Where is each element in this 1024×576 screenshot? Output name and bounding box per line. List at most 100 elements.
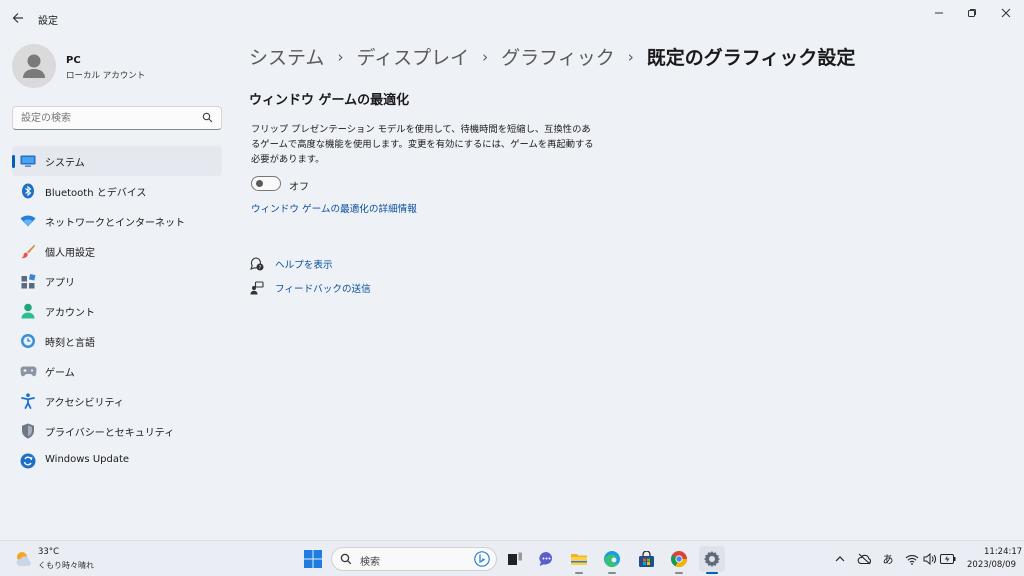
sidebar-item-label: アカウント [45,308,95,319]
bluetooth-icon [19,182,37,200]
section-title: ウィンドウ ゲームの最適化 [249,93,410,108]
clock-time[interactable]: 11:24:17 [984,547,1022,557]
get-help-link[interactable]: ? ヘルプを表示 [249,256,333,272]
restore-button[interactable] [955,2,989,24]
restore-icon [968,9,976,17]
settings-search-box[interactable] [12,106,222,130]
give-feedback-link[interactable]: フィードバックの送信 [249,280,371,296]
sidebar-item-label: 個人用設定 [45,248,95,259]
avatar[interactable] [12,44,56,88]
partly-cloudy-icon [16,552,31,566]
minimize-icon [935,12,943,14]
network-tray[interactable] [904,551,920,567]
settings-search-input[interactable] [21,110,201,126]
taskbar-app-chrome[interactable] [666,546,692,574]
sidebar-item-personalization[interactable]: 個人用設定 [12,236,222,266]
speaker-icon [923,553,936,565]
running-indicator [608,572,616,574]
edge-icon [604,551,620,568]
user-name: PC [66,55,81,66]
sidebar-item-bluetooth[interactable]: Bluetooth とデバイス [12,176,222,206]
sidebar-item-label: アプリ [45,278,75,289]
chrome-icon [671,551,687,568]
start-button[interactable] [302,548,324,570]
person-icon [19,302,37,320]
svg-text:?: ? [259,265,262,271]
onedrive-paused-tray[interactable] [856,551,872,567]
page-title: 既定のグラフィック設定 [646,47,856,69]
wifi-icon [905,554,919,565]
breadcrumb-display[interactable]: ディスプレイ [356,43,469,70]
task-view-button[interactable] [502,546,528,572]
feedback-link-label: フィードバックの送信 [275,284,371,295]
search-icon [202,112,213,123]
teams-chat-button[interactable] [533,546,559,572]
close-button[interactable] [989,2,1023,24]
sidebar-item-label: ネットワークとインターネット [45,218,185,229]
title-bar: 設定 [0,0,1024,36]
shield-icon [19,422,37,440]
taskbar-search-label: 検索 [360,557,380,568]
sidebar-item-apps[interactable]: アプリ [12,266,222,296]
chevron-right-icon: › [627,47,634,66]
toggle-state-label: オフ [289,182,309,193]
settings-window: 設定 PC ローカル アカウント システム [0,0,1024,540]
show-hidden-icons-button[interactable] [832,551,848,567]
sidebar-item-label: 時刻と言語 [45,338,95,349]
battery-tray[interactable] [940,551,956,567]
settings-icon [704,551,720,567]
chat-icon [538,551,552,566]
update-icon [19,452,37,470]
store-icon [638,550,654,567]
sidebar-item-gaming[interactable]: ゲーム [12,356,222,386]
feedback-icon [249,280,265,296]
bing-icon [474,551,490,567]
learn-more-link[interactable]: ウィンドウ ゲームの最適化の詳細情報 [251,201,417,215]
chevron-right-icon: › [337,47,344,66]
sidebar-item-privacy-security[interactable]: プライバシーとセキュリティ [12,416,222,446]
minimize-button[interactable] [922,2,956,24]
sidebar-item-label: システム [45,158,85,169]
sidebar-nav: システム Bluetooth とデバイス ネットワークとインターネット 個人用設… [12,146,222,476]
task-view-icon [508,552,522,565]
breadcrumb: システム › ディスプレイ › グラフィック › 既定のグラフィック設定 [249,43,855,70]
apps-icon [19,272,37,290]
volume-tray[interactable] [922,551,938,567]
sidebar-item-label: プライバシーとセキュリティ [45,428,175,439]
taskbar-app-file-explorer[interactable] [566,546,592,574]
account-type: ローカル アカウント [66,71,146,81]
taskbar-app-store[interactable] [633,546,659,572]
weather-description: くもり時々晴れ [38,561,94,570]
breadcrumb-graphics[interactable]: グラフィック [501,43,615,70]
search-icon [340,553,352,565]
gamepad-icon [19,362,37,380]
sidebar-item-windows-update[interactable]: Windows Update [12,446,222,476]
file-explorer-icon [571,554,587,565]
display-icon [19,152,37,170]
windowed-game-optimization-toggle[interactable] [251,176,281,191]
ime-mode-indicator[interactable]: あ [880,551,896,567]
taskbar-app-edge[interactable] [599,546,625,574]
running-indicator [575,572,583,574]
chevron-up-icon [835,556,845,562]
help-link-label: ヘルプを表示 [275,260,333,271]
running-indicator [675,572,683,574]
sidebar-item-accounts[interactable]: アカウント [12,296,222,326]
sidebar-item-accessibility[interactable]: アクセシビリティ [12,386,222,416]
breadcrumb-system[interactable]: システム [249,43,324,70]
taskbar-app-settings[interactable] [699,546,725,574]
toggle-knob [256,180,263,187]
sidebar-item-system[interactable]: システム [12,146,222,176]
sidebar-item-label: Windows Update [45,454,130,465]
wifi-icon [19,212,37,230]
sidebar-item-network[interactable]: ネットワークとインターネット [12,206,222,236]
back-button[interactable] [8,8,28,28]
sidebar-item-time-language[interactable]: 時刻と言語 [12,326,222,356]
taskbar-search[interactable]: 検索 [331,547,497,571]
sidebar-item-label: アクセシビリティ [45,398,124,409]
windows-logo-icon [304,550,322,568]
user-silhouette-icon [23,54,45,78]
chevron-right-icon: › [482,47,489,66]
clock-date[interactable]: 2023/08/09 [958,560,1016,570]
cloud-off-icon [857,553,871,565]
